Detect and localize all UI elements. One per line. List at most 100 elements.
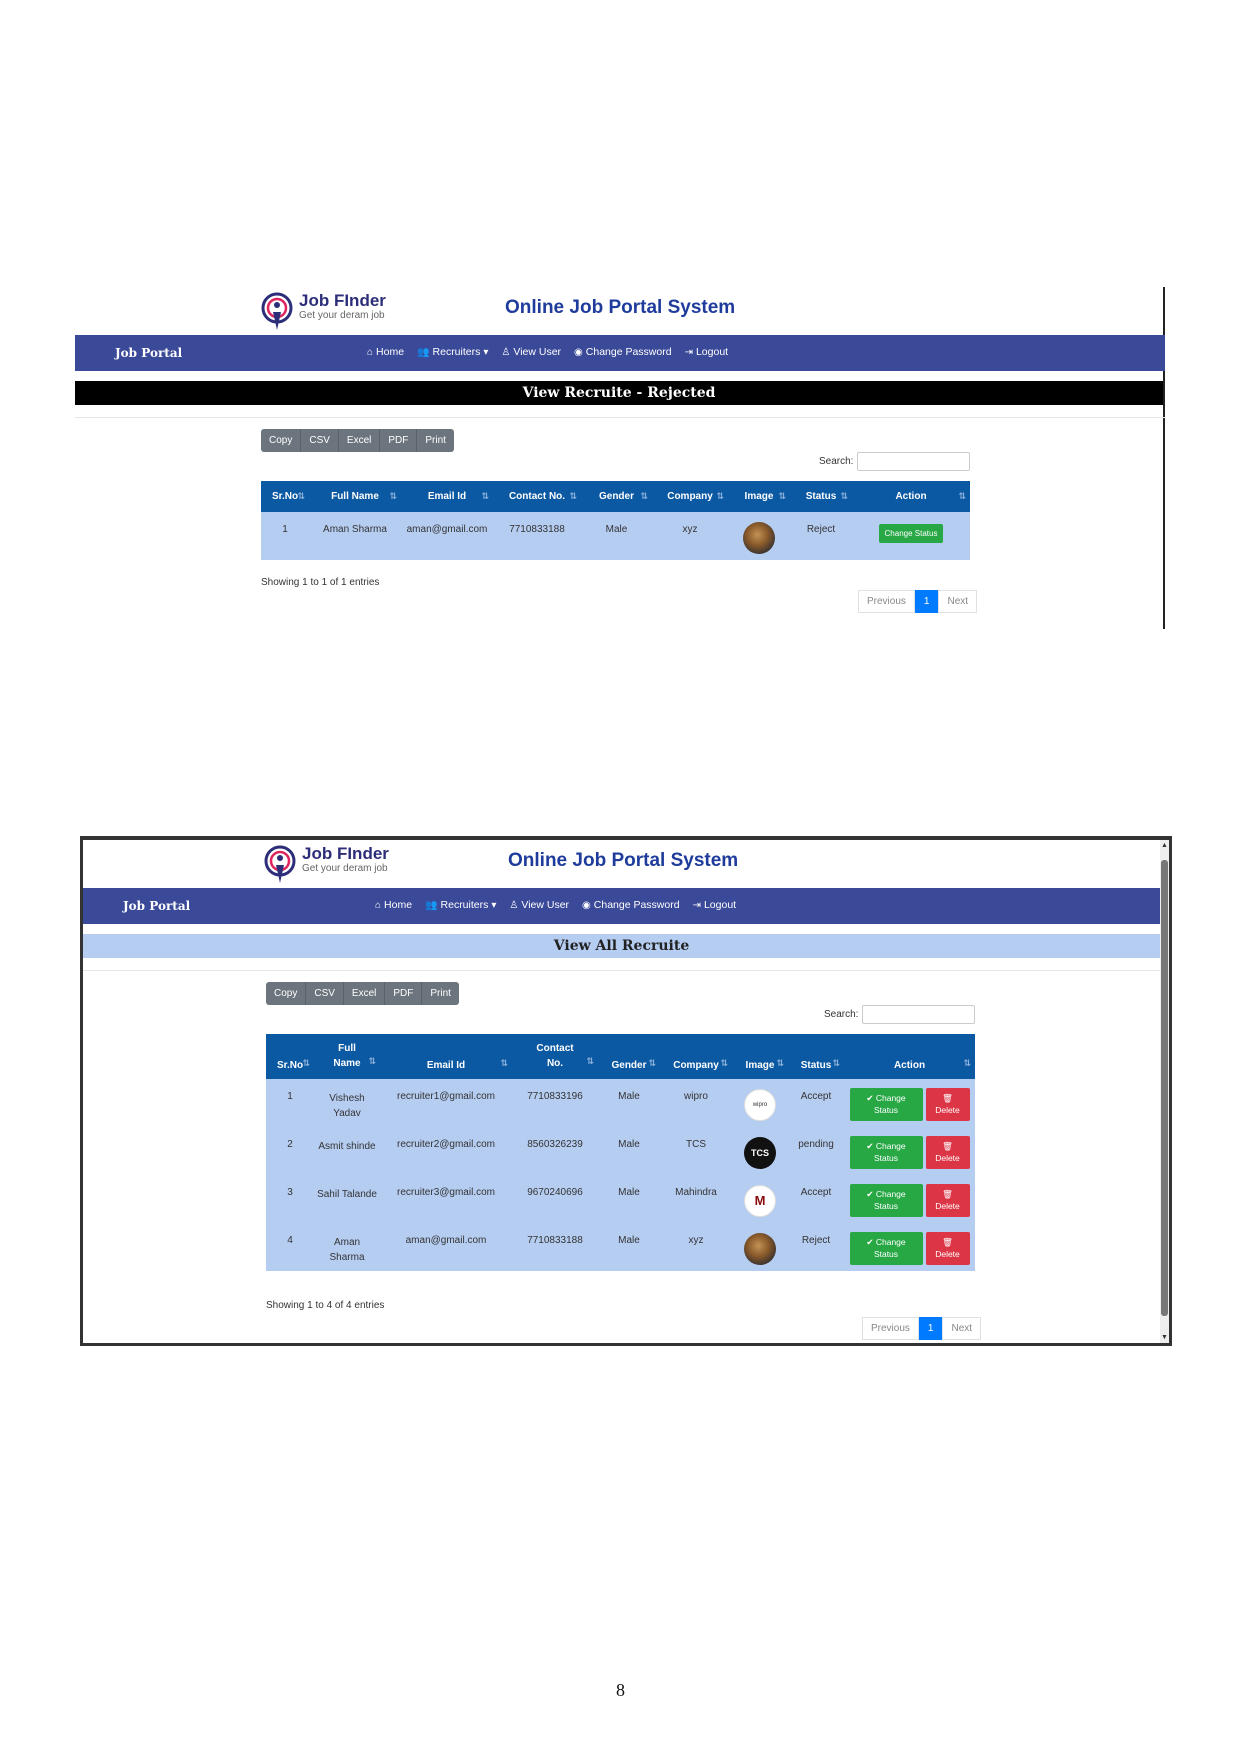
cell-email: recruiter2@gmail.com (380, 1127, 512, 1175)
col-image[interactable]: Image ⇅ (728, 481, 790, 512)
cell-company: TCS (660, 1127, 732, 1175)
delete-button[interactable]: 🗑 Delete (925, 1088, 970, 1121)
nav-home[interactable]: ⌂ Home (375, 899, 412, 911)
col-image-label: Image (744, 491, 774, 502)
page-1-button[interactable]: 1 (914, 590, 939, 613)
excel-button[interactable]: Excel (339, 429, 381, 452)
nav-change-password[interactable]: ◉ Change Password (582, 899, 680, 911)
logo[interactable]: Job FInder Get your deram job (264, 845, 389, 885)
cell-srno: 3 (266, 1175, 314, 1223)
scroll-up-icon[interactable]: ▲ (1160, 842, 1169, 849)
next-button[interactable]: Next (938, 590, 978, 613)
nav-recruiters-label: Recruiters (432, 346, 481, 358)
vertical-scrollbar[interactable]: ▲ ▼ (1160, 840, 1169, 1343)
col-fullname[interactable]: Full Name ⇅ (309, 481, 401, 512)
next-button[interactable]: Next (942, 1317, 982, 1340)
col-contact[interactable]: Contact No. ⇅ (512, 1034, 598, 1079)
scrollbar-thumb[interactable] (1161, 860, 1168, 1316)
csv-button[interactable]: CSV (306, 982, 344, 1005)
users-icon: 👥 (417, 346, 430, 358)
col-gender[interactable]: Gender ⇅ (581, 481, 652, 512)
col-email[interactable]: Email Id ⇅ (401, 481, 493, 512)
cell-contact: 7710833188 (512, 1223, 598, 1271)
nav-logout[interactable]: ⇥ Logout (685, 346, 729, 358)
change-status-button[interactable]: ✔ Change Status (849, 1088, 923, 1121)
change-status-button[interactable]: ✔ Change Status (849, 1184, 923, 1217)
cell-email: aman@gmail.com (401, 512, 493, 560)
col-srno[interactable]: Sr.No ⇅ (266, 1034, 314, 1079)
copy-button[interactable]: Copy (261, 429, 302, 452)
print-button[interactable]: Print (422, 982, 459, 1005)
logo-subtitle: Get your deram job (302, 863, 388, 874)
col-image[interactable]: Image ⇅ (732, 1034, 788, 1079)
col-srno[interactable]: Sr.No ⇅ (261, 481, 309, 512)
pdf-button[interactable]: PDF (385, 982, 423, 1005)
mahindra-logo-image: M (744, 1185, 776, 1217)
csv-button[interactable]: CSV (301, 429, 339, 452)
scroll-down-icon[interactable]: ▼ (1160, 1334, 1169, 1341)
sign-out-icon: ⇥ (692, 899, 701, 911)
search-input[interactable] (857, 452, 971, 471)
logo[interactable]: Job FInder Get your deram job (261, 292, 386, 332)
print-button[interactable]: Print (417, 429, 454, 452)
col-action[interactable]: Action ⇅ (852, 481, 970, 512)
delete-button[interactable]: 🗑 Delete (925, 1232, 970, 1265)
previous-button[interactable]: Previous (858, 590, 915, 613)
logo-text: M (754, 1193, 766, 1208)
cell-srno: 4 (266, 1223, 314, 1271)
col-fullname[interactable]: Full Name ⇅ (314, 1034, 380, 1079)
change-status-button[interactable]: Change Status (878, 524, 944, 543)
copy-button[interactable]: Copy (266, 982, 307, 1005)
nav-brand[interactable]: Job Portal (123, 899, 190, 913)
delete-button[interactable]: 🗑 Delete (925, 1184, 970, 1217)
change-status-button[interactable]: ✔ Change Status (849, 1136, 923, 1169)
job-finder-logo-icon (264, 845, 298, 885)
sort-icon: ⇅ (840, 491, 848, 501)
cell-name-last: Sharma (329, 1252, 365, 1263)
nav-recruiters[interactable]: 👥 Recruiters ▾ (417, 346, 488, 358)
col-status[interactable]: Status ⇅ (790, 481, 852, 512)
cell-gender: Male (598, 1223, 660, 1271)
nav-view-user[interactable]: ♙ View User (509, 899, 569, 911)
pdf-button[interactable]: PDF (380, 429, 418, 452)
change-status-button[interactable]: ✔ Change Status (849, 1232, 923, 1265)
col-company[interactable]: Company ⇅ (652, 481, 728, 512)
col-contact[interactable]: Contact No. ⇅ (493, 481, 581, 512)
nav-links: ⌂ Home 👥 Recruiters ▾ ♙ View User ◉ Change Pa… (367, 346, 728, 358)
search-input[interactable] (862, 1005, 976, 1024)
cell-email: recruiter3@gmail.com (380, 1175, 512, 1223)
sort-icon: ⇅ (958, 491, 966, 501)
nav-logout[interactable]: ⇥ Logout (693, 899, 737, 911)
logo-title: Job FInder (299, 291, 386, 310)
col-email[interactable]: Email Id ⇅ (380, 1034, 512, 1079)
col-gender[interactable]: Gender ⇅ (598, 1034, 660, 1079)
nav-view-user[interactable]: ♙ View User (501, 346, 561, 358)
page-title: View Recruite - Rejected (75, 381, 1163, 405)
nav-brand[interactable]: Job Portal (115, 346, 182, 360)
nav-recruiters[interactable]: 👥 Recruiters ▾ (425, 899, 496, 911)
delete-button[interactable]: 🗑 Delete (925, 1136, 970, 1169)
page-1-button[interactable]: 1 (918, 1317, 943, 1340)
cell-srno: 2 (266, 1127, 314, 1175)
col-status[interactable]: Status ⇅ (788, 1034, 844, 1079)
nav-change-password[interactable]: ◉ Change Password (574, 346, 672, 358)
status-label: Status (873, 1201, 899, 1211)
nav-home[interactable]: ⌂ Home (367, 346, 404, 358)
search-label: Search: (819, 456, 854, 467)
sort-icon: ⇅ (389, 491, 397, 501)
cell-name: Vishesh Yadav (314, 1079, 380, 1127)
sort-icon: ⇅ (500, 1058, 508, 1068)
col-status-label: Status (800, 1060, 832, 1071)
users-icon: 👥 (425, 899, 438, 911)
export-buttons: Copy CSV Excel PDF Print (261, 429, 454, 452)
sort-icon: ⇅ (640, 491, 648, 501)
cell-name: Asmit shinde (314, 1127, 380, 1175)
cell-action: ✔ Change Status 🗑 Delete (844, 1175, 975, 1223)
col-company[interactable]: Company ⇅ (660, 1034, 732, 1079)
excel-button[interactable]: Excel (344, 982, 386, 1005)
cell-gender: Male (581, 512, 652, 560)
sort-icon: ⇅ (778, 491, 786, 501)
col-action[interactable]: Action ⇅ (844, 1034, 975, 1079)
user-icon: ♙ (509, 899, 519, 911)
previous-button[interactable]: Previous (862, 1317, 919, 1340)
